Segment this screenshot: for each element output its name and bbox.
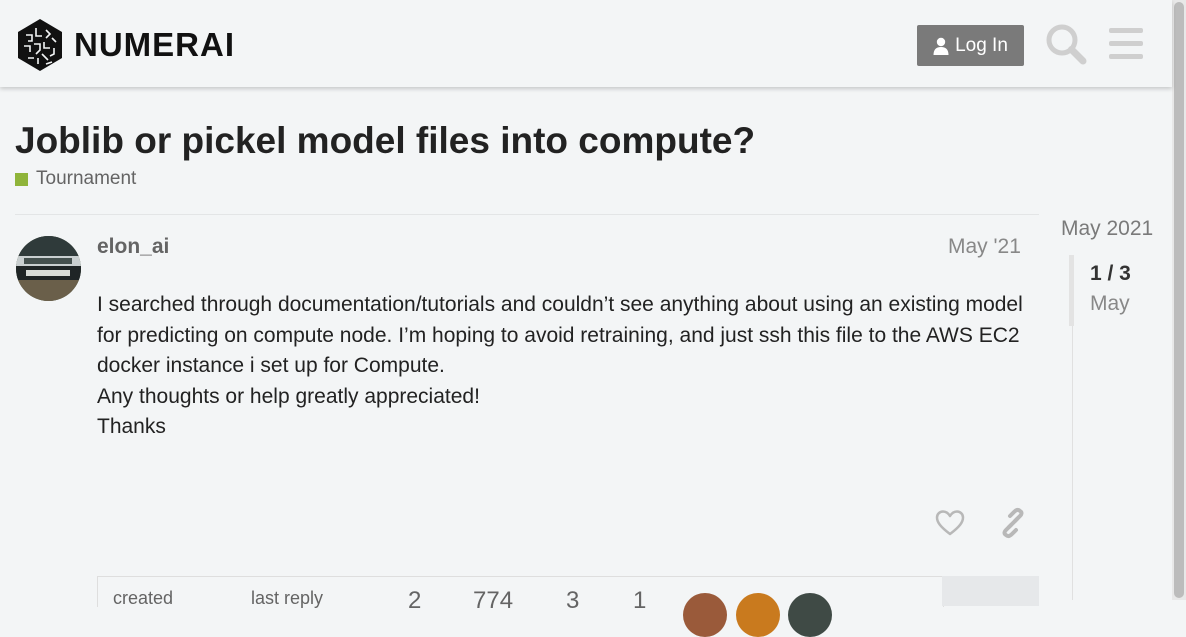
users-count: 3 [566, 587, 580, 614]
topic-divider [15, 214, 1039, 215]
numerai-logo-icon [18, 19, 62, 71]
search-icon[interactable] [1044, 22, 1088, 66]
heart-icon[interactable] [934, 507, 966, 539]
scrollbar-thumb[interactable] [1174, 2, 1184, 598]
topic-title[interactable]: Joblib or pickel model files into comput… [15, 120, 755, 162]
replies-count: 2 [408, 587, 422, 614]
avatar[interactable] [16, 236, 81, 301]
post-body: I searched through documentation/tutoria… [97, 290, 1037, 443]
avatar-image [16, 236, 81, 301]
timeline-start-date[interactable]: May 2021 [1061, 217, 1153, 241]
site-header: NUMERAI Log In [0, 0, 1172, 87]
likes-count: 1 [633, 587, 647, 614]
category-color-swatch [15, 172, 28, 186]
brand-name: NUMERAI [74, 26, 235, 63]
link-icon[interactable] [997, 507, 1029, 539]
summary-expand-button[interactable] [942, 576, 1039, 606]
hamburger-menu-icon[interactable] [1104, 22, 1148, 66]
post-username[interactable]: elon_ai [97, 235, 169, 259]
user-icon [933, 37, 949, 55]
post-date[interactable]: May '21 [948, 235, 1021, 259]
category-label: Tournament [36, 168, 137, 189]
login-button[interactable]: Log In [917, 25, 1024, 66]
post-paragraph: I searched through documentation/tutoria… [97, 293, 1023, 377]
post-paragraph: Any thoughts or help greatly appreciated… [97, 384, 480, 408]
timeline-position: 1 / 3 [1090, 262, 1131, 285]
page-scrollbar[interactable] [1172, 0, 1186, 600]
views-count: 774 [473, 587, 514, 614]
login-label: Log In [955, 34, 1008, 56]
topic-summary: created last reply 2 774 3 1 [97, 576, 944, 637]
post-paragraph: Thanks [97, 415, 166, 438]
timeline-current-month: May [1090, 292, 1130, 315]
timeline-handle[interactable] [1069, 255, 1074, 326]
numerai-logo[interactable]: NUMERAI [16, 18, 235, 72]
category-badge[interactable]: Tournament [15, 168, 136, 190]
created-label: created [113, 588, 174, 608]
last-reply-label: last reply [251, 588, 324, 608]
